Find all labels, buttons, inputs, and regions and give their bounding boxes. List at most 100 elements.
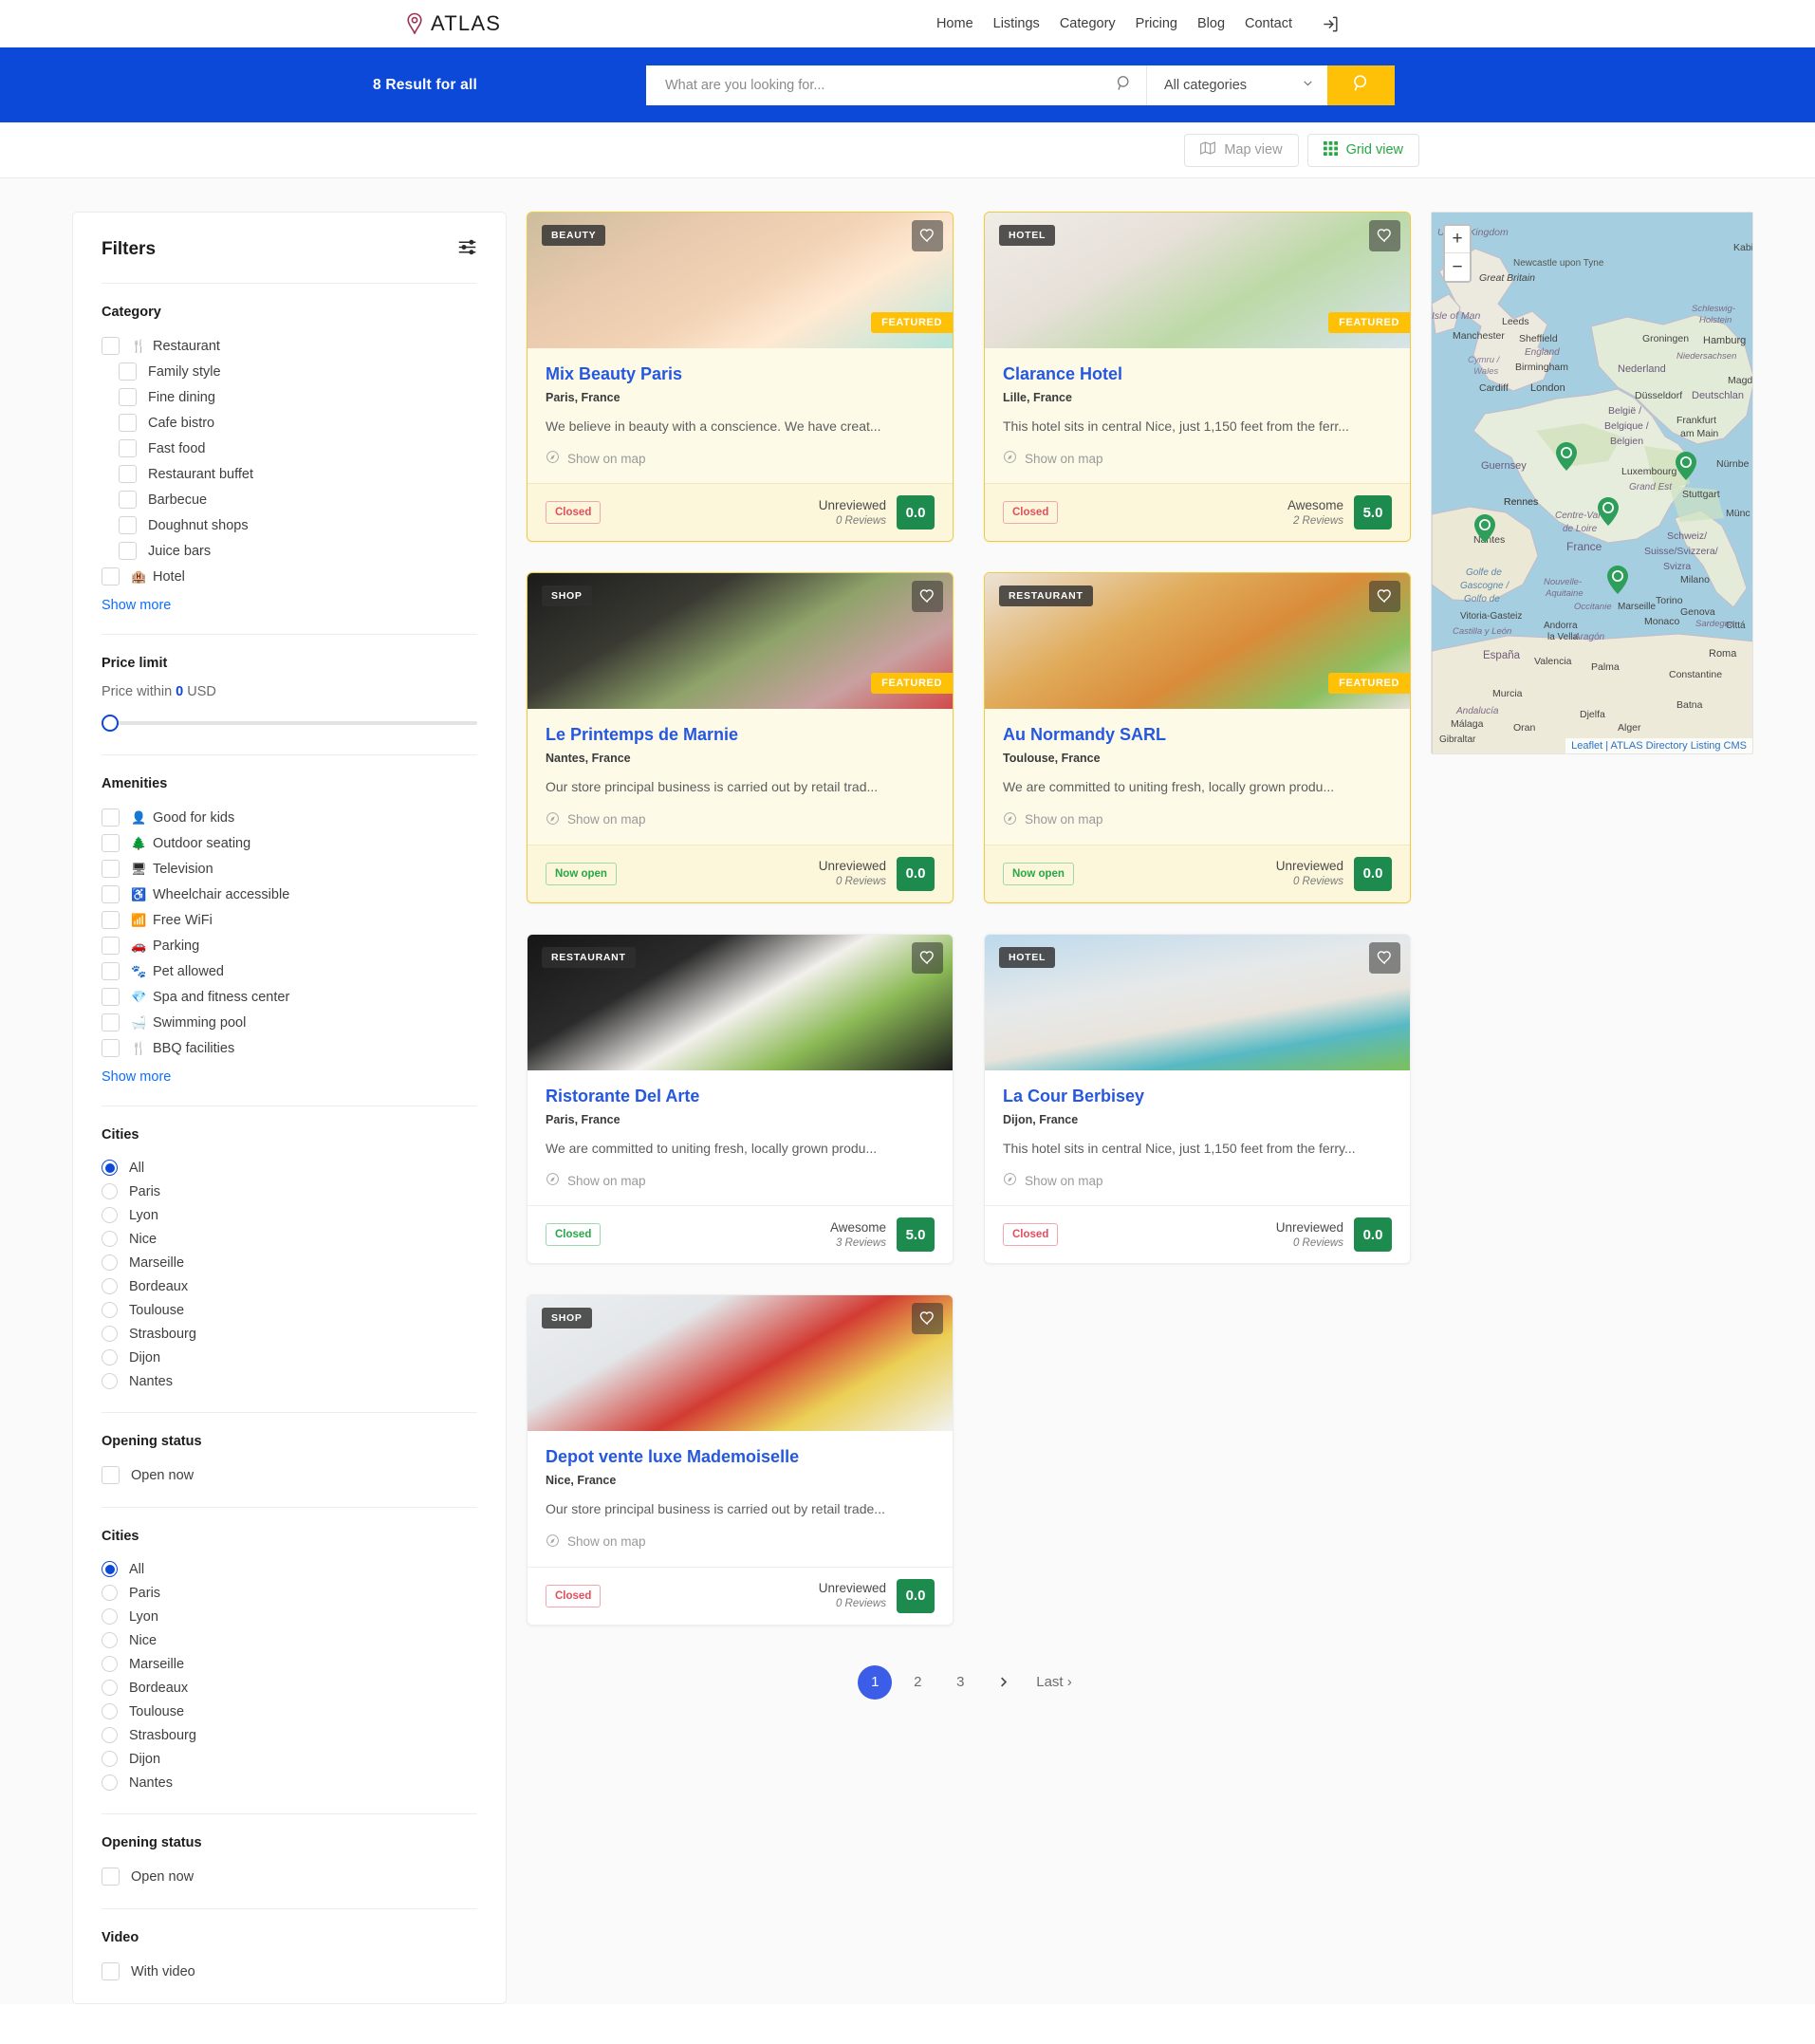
- nav-item-home[interactable]: Home: [936, 16, 973, 31]
- listing-title[interactable]: La Cour Berbisey: [1003, 1087, 1392, 1107]
- listing-category-badge[interactable]: HOTEL: [999, 946, 1056, 968]
- checkbox[interactable]: [102, 808, 120, 827]
- show-on-map-link[interactable]: Show on map: [1003, 811, 1392, 828]
- filter-subcategory-barbecue[interactable]: Barbecue: [102, 487, 477, 512]
- map-marker-pin[interactable]: [1474, 514, 1495, 543]
- radio[interactable]: [102, 1278, 118, 1294]
- filter-city-nice[interactable]: Nice: [102, 1227, 477, 1251]
- checkbox[interactable]: [102, 988, 120, 1006]
- favorite-heart-icon[interactable]: [1369, 941, 1400, 974]
- filter-city-toulouse-2[interactable]: Toulouse: [102, 1700, 477, 1723]
- favorite-heart-icon[interactable]: [912, 1303, 943, 1335]
- filter-city-bordeaux-2[interactable]: Bordeaux: [102, 1676, 477, 1700]
- filter-amenity-bbq-facilities[interactable]: 🍴 BBQ facilities: [102, 1035, 477, 1061]
- listing-category-badge[interactable]: RESTAURANT: [542, 946, 636, 968]
- search-submit-button[interactable]: [1327, 65, 1395, 105]
- filter-open-now-2[interactable]: Open now: [102, 1864, 477, 1889]
- filter-category-hotel[interactable]: 🏨 Hotel: [102, 564, 477, 589]
- map-marker-pin[interactable]: [1556, 442, 1577, 471]
- checkbox[interactable]: [119, 542, 137, 560]
- filter-subcategory-fine-dining[interactable]: Fine dining: [102, 384, 477, 410]
- checkbox[interactable]: [102, 860, 120, 878]
- map-zoom-out-button[interactable]: −: [1445, 253, 1470, 281]
- filter-city-nantes-2[interactable]: Nantes: [102, 1771, 477, 1794]
- filter-city-lyon[interactable]: Lyon: [102, 1203, 477, 1227]
- listing-category-badge[interactable]: SHOP: [542, 1308, 592, 1329]
- grid-view-button[interactable]: Grid view: [1306, 133, 1419, 167]
- favorite-heart-icon[interactable]: [1369, 581, 1400, 613]
- show-on-map-link[interactable]: Show on map: [1003, 1172, 1392, 1189]
- radio[interactable]: [102, 1608, 118, 1625]
- checkbox[interactable]: [102, 1867, 120, 1886]
- filter-city-strasbourg-2[interactable]: Strasbourg: [102, 1723, 477, 1747]
- checkbox[interactable]: [102, 937, 120, 955]
- filter-city-dijon-2[interactable]: Dijon: [102, 1747, 477, 1771]
- filter-amenity-outdoor-seating[interactable]: 🌲 Outdoor seating: [102, 830, 477, 856]
- checkbox[interactable]: [119, 491, 137, 509]
- filter-city-all-2[interactable]: All: [102, 1557, 477, 1581]
- map-panel[interactable]: United Kingdom Newcastle upon Tyne Great B…: [1431, 212, 1753, 754]
- map-view-button[interactable]: Map view: [1184, 133, 1299, 167]
- map-marker-pin[interactable]: [1598, 497, 1619, 526]
- filter-city-marseille-2[interactable]: Marseille: [102, 1652, 477, 1676]
- checkbox[interactable]: [102, 962, 120, 980]
- filter-amenity-television[interactable]: 🖥 Television: [102, 856, 477, 882]
- radio[interactable]: [102, 1302, 118, 1318]
- nav-item-category[interactable]: Category: [1060, 16, 1116, 31]
- filter-subcategory-restaurant-buffet[interactable]: Restaurant buffet: [102, 461, 477, 487]
- filter-city-strasbourg[interactable]: Strasbourg: [102, 1322, 477, 1346]
- filter-subcategory-fast-food[interactable]: Fast food: [102, 436, 477, 461]
- filter-category-restaurant[interactable]: 🍴 Restaurant: [102, 333, 477, 359]
- brand-logo[interactable]: ATLAS: [405, 11, 501, 36]
- radio[interactable]: [102, 1680, 118, 1696]
- radio[interactable]: [102, 1585, 118, 1601]
- amenities-show-more[interactable]: Show more: [102, 1061, 477, 1087]
- checkbox[interactable]: [102, 1013, 120, 1031]
- checkbox[interactable]: [119, 414, 137, 432]
- filter-amenity-good-for-kids[interactable]: 👤 Good for kids: [102, 805, 477, 830]
- map-attribution[interactable]: Leaflet | ATLAS Directory Listing CMS: [1565, 738, 1752, 753]
- checkbox[interactable]: [119, 439, 137, 457]
- filter-city-paris[interactable]: Paris: [102, 1180, 477, 1203]
- pagination-page-2[interactable]: 2: [900, 1665, 935, 1700]
- pagination-page-3[interactable]: 3: [943, 1665, 977, 1700]
- filter-city-toulouse[interactable]: Toulouse: [102, 1298, 477, 1322]
- nav-item-blog[interactable]: Blog: [1197, 16, 1225, 31]
- favorite-heart-icon[interactable]: [912, 220, 943, 251]
- radio[interactable]: [102, 1727, 118, 1743]
- pagination-page-1[interactable]: 1: [858, 1664, 893, 1700]
- filter-amenity-wheelchair-accessible[interactable]: ♿ Wheelchair accessible: [102, 882, 477, 907]
- listing-category-badge[interactable]: BEAUTY: [542, 225, 606, 246]
- show-on-map-link[interactable]: Show on map: [546, 811, 935, 828]
- checkbox[interactable]: [119, 516, 137, 534]
- nav-item-contact[interactable]: Contact: [1245, 16, 1292, 31]
- sign-in-icon[interactable]: [1320, 13, 1341, 34]
- search-input[interactable]: [665, 77, 1115, 93]
- listing-card[interactable]: BEAUTY FEATURED Mix Beauty Paris Paris, Fra…: [527, 212, 954, 543]
- filter-amenity-parking[interactable]: 🚗 Parking: [102, 933, 477, 958]
- show-on-map-link[interactable]: Show on map: [546, 1172, 935, 1189]
- radio[interactable]: [102, 1231, 118, 1247]
- checkbox[interactable]: [119, 362, 137, 381]
- chevron-right-icon[interactable]: [986, 1665, 1020, 1700]
- filter-with-video[interactable]: With video: [102, 1959, 477, 1984]
- filter-subcategory-cafe-bistro[interactable]: Cafe bistro: [102, 410, 477, 436]
- filter-city-nantes[interactable]: Nantes: [102, 1369, 477, 1393]
- radio[interactable]: [102, 1183, 118, 1199]
- filter-city-nice-2[interactable]: Nice: [102, 1628, 477, 1652]
- map-marker-pin[interactable]: [1607, 566, 1628, 594]
- radio[interactable]: [102, 1326, 118, 1342]
- checkbox[interactable]: [102, 834, 120, 852]
- map-zoom-in-button[interactable]: +: [1445, 226, 1470, 253]
- show-on-map-link[interactable]: Show on map: [546, 1533, 935, 1551]
- listing-category-badge[interactable]: RESTAURANT: [999, 585, 1093, 607]
- favorite-heart-icon[interactable]: [1369, 220, 1400, 251]
- listing-card[interactable]: RESTAURANT Ristorante Del Arte Paris, Fran…: [527, 933, 954, 1265]
- radio[interactable]: [102, 1160, 118, 1176]
- checkbox[interactable]: [102, 567, 120, 585]
- category-show-more[interactable]: Show more: [102, 589, 477, 615]
- price-slider-handle[interactable]: [102, 715, 119, 732]
- listing-title[interactable]: Clarance Hotel: [1003, 364, 1392, 385]
- radio[interactable]: [102, 1254, 118, 1271]
- listing-title[interactable]: Depot vente luxe Mademoiselle: [546, 1447, 935, 1468]
